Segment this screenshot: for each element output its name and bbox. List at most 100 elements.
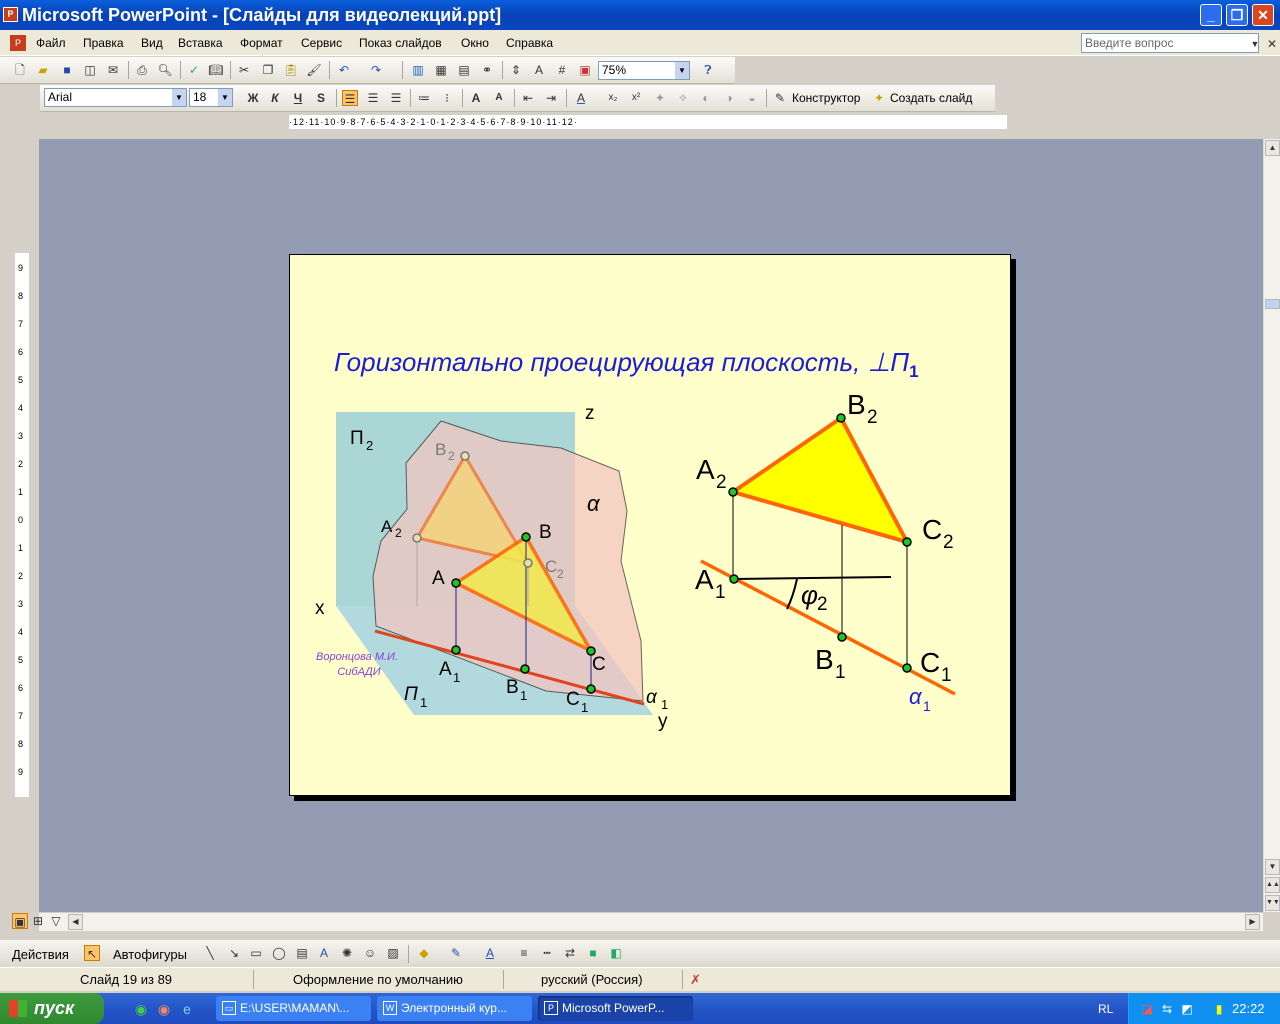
chevron-down-icon[interactable]: ▼: [1247, 36, 1263, 52]
research-icon[interactable]: 📖︎: [208, 62, 224, 78]
document-icon[interactable]: P: [10, 35, 26, 51]
quicklaunch-icon[interactable]: ◉: [133, 1001, 149, 1017]
fill-color-icon[interactable]: ◆: [416, 945, 432, 961]
cut-icon[interactable]: ✂: [236, 62, 252, 78]
font-select[interactable]: Arial ▼: [44, 88, 187, 107]
tray-app-icon[interactable]: ◪: [1139, 1001, 1155, 1017]
increase-indent-icon[interactable]: ⇥: [543, 90, 559, 106]
print-icon[interactable]: ⎙: [134, 62, 150, 78]
volume-icon[interactable]: ◩: [1179, 1001, 1195, 1017]
slideshow-view-icon[interactable]: ▽: [48, 913, 64, 929]
align-right-icon[interactable]: ☰: [388, 90, 404, 106]
transition-icon[interactable]: ◐: [698, 90, 714, 106]
format-painter-icon[interactable]: 🖌︎: [306, 62, 322, 78]
vertical-ruler[interactable]: 9 8 7 6 5 4 3 2 1 0 1 2 3 4 5 6 7 8 9: [15, 253, 29, 797]
new-slide-button[interactable]: Создать слайд: [890, 91, 972, 105]
start-button[interactable]: пуск: [0, 993, 104, 1024]
scroll-thumb[interactable]: [1265, 299, 1280, 309]
underline-button[interactable]: Ч: [290, 90, 306, 106]
open-icon[interactable]: ▰: [35, 62, 51, 78]
bullets-icon[interactable]: ⁝: [439, 90, 455, 106]
close-doc-icon[interactable]: ✕: [1264, 36, 1280, 52]
horizontal-scrollbar[interactable]: ◀ ▶: [39, 912, 1263, 931]
save-icon[interactable]: ■: [59, 62, 75, 78]
scroll-down-icon[interactable]: ▼: [1265, 859, 1280, 875]
menu-slideshow[interactable]: Показ слайдов: [359, 36, 442, 50]
language-status[interactable]: русский (Россия): [541, 972, 643, 987]
spelling-status-icon[interactable]: ✗: [690, 972, 701, 988]
align-center-icon[interactable]: ☰: [365, 90, 381, 106]
chevron-down-icon[interactable]: ▼: [172, 89, 186, 106]
copy-icon[interactable]: ❐: [260, 62, 276, 78]
wordart-icon[interactable]: A: [316, 945, 332, 961]
color-grayscale-icon[interactable]: ▣: [577, 62, 593, 78]
grid-icon[interactable]: #: [554, 62, 570, 78]
firefox-icon[interactable]: ◉: [156, 1001, 172, 1017]
bold-button[interactable]: Ж: [245, 90, 261, 106]
slide-sorter-icon[interactable]: ⊞: [30, 913, 46, 929]
maximize-button[interactable]: ❐: [1226, 4, 1248, 26]
menu-format[interactable]: Формат: [240, 36, 283, 50]
help-icon[interactable]: ❓︎: [700, 62, 716, 78]
new-slide-icon[interactable]: ✦: [871, 90, 887, 106]
zoom-in-icon[interactable]: ◑: [721, 90, 737, 106]
picture-icon[interactable]: ▨: [385, 945, 401, 961]
shadow-style-icon[interactable]: ■: [585, 945, 601, 961]
help-search-input[interactable]: Введите вопрос: [1081, 33, 1259, 53]
textbox-icon[interactable]: ▤: [294, 945, 310, 961]
insert-table-icon[interactable]: ▦: [433, 62, 449, 78]
animation-icon[interactable]: ✦: [652, 90, 668, 106]
tables-borders-icon[interactable]: ▤: [456, 62, 472, 78]
dash-style-icon[interactable]: ┅: [539, 945, 555, 961]
vertical-scrollbar[interactable]: ▲ ▼ ▲▲ ▼▼: [1263, 139, 1280, 912]
show-icon[interactable]: ◒: [744, 90, 760, 106]
scroll-left-icon[interactable]: ◀: [68, 914, 83, 930]
menu-file[interactable]: Файл: [36, 36, 66, 50]
menu-tools[interactable]: Сервис: [301, 36, 342, 50]
line-icon[interactable]: ╲: [202, 945, 218, 961]
numbering-icon[interactable]: ≔: [416, 90, 432, 106]
task-powerpoint[interactable]: P Microsoft PowerP...: [538, 996, 693, 1021]
expand-icon[interactable]: ⇕: [508, 62, 524, 78]
shadow-button[interactable]: S: [313, 90, 329, 106]
minimize-button[interactable]: _: [1200, 4, 1222, 26]
decrease-indent-icon[interactable]: ⇤: [520, 90, 536, 106]
language-indicator[interactable]: RL: [1098, 1002, 1113, 1016]
ie-icon[interactable]: e: [179, 1001, 195, 1017]
email-icon[interactable]: ✉: [105, 62, 121, 78]
menu-help[interactable]: Справка: [506, 36, 553, 50]
designer-button[interactable]: Конструктор: [792, 91, 860, 105]
insert-chart-icon[interactable]: ▥: [410, 62, 426, 78]
select-pointer-icon[interactable]: ↖: [84, 945, 100, 961]
effects-icon[interactable]: ✧: [675, 90, 691, 106]
zoom-select[interactable]: 75% ▼: [598, 61, 690, 80]
line-style-icon[interactable]: ≡: [516, 945, 532, 961]
show-formatting-icon[interactable]: A: [531, 62, 547, 78]
print-preview-icon[interactable]: 🔍︎: [157, 62, 173, 78]
3d-style-icon[interactable]: ◧: [608, 945, 624, 961]
horizontal-ruler[interactable]: ·12·11·10·9·8·7·6·5·4·3·2·1·0·1·2·3·4·5·…: [289, 115, 1007, 129]
italic-button[interactable]: К: [267, 90, 283, 106]
task-course[interactable]: W Электронный кур...: [377, 996, 532, 1021]
menu-edit[interactable]: Правка: [83, 36, 124, 50]
font-size-select[interactable]: 18 ▼: [189, 88, 233, 107]
designer-icon[interactable]: ✎: [772, 90, 788, 106]
permission-icon[interactable]: ◫: [82, 62, 98, 78]
increase-font-icon[interactable]: A: [468, 90, 484, 106]
arrow-icon[interactable]: ↘: [226, 945, 242, 961]
close-button[interactable]: ✕: [1252, 4, 1274, 26]
menu-insert[interactable]: Вставка: [178, 36, 223, 50]
task-explorer[interactable]: ▭ E:\USER\MAMAN\...: [216, 996, 371, 1021]
autoshapes-menu[interactable]: Автофигуры: [113, 947, 187, 962]
hyperlink-icon[interactable]: ⚭: [479, 62, 495, 78]
new-icon[interactable]: 🗋: [12, 62, 28, 78]
menu-window[interactable]: Окно: [461, 36, 489, 50]
scroll-up-icon[interactable]: ▲: [1265, 140, 1280, 156]
menu-view[interactable]: Вид: [141, 36, 163, 50]
previous-slide-icon[interactable]: ▲▲: [1265, 877, 1280, 893]
line-color-icon[interactable]: ✎: [448, 945, 464, 961]
undo-icon[interactable]: ↶: [336, 62, 352, 78]
font-color-icon[interactable]: A: [573, 90, 589, 106]
network-icon[interactable]: ⇆: [1159, 1001, 1175, 1017]
spelling-icon[interactable]: ✓: [186, 62, 202, 78]
